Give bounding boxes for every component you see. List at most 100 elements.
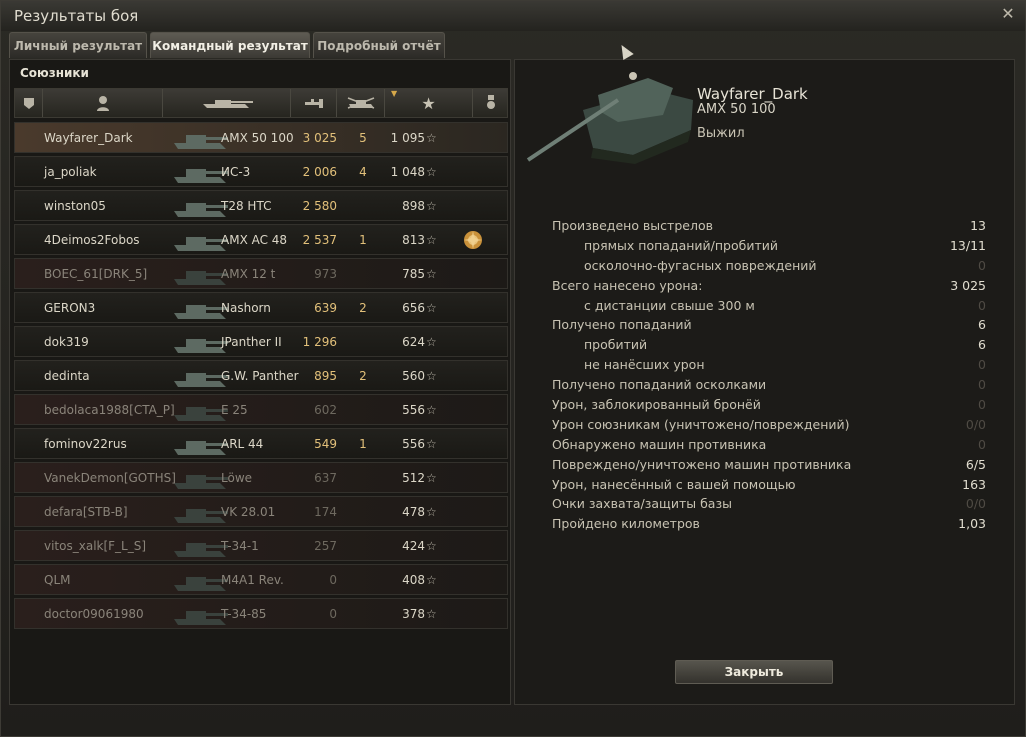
- tab-team[interactable]: Командный результат: [150, 32, 310, 58]
- stat-value: 163: [962, 476, 986, 492]
- player-name: bedolaca1988[CTA_P]: [44, 403, 175, 417]
- table-row[interactable]: dok319 JPanther II 1 296 624 ☆: [14, 326, 508, 357]
- stat-label: прямых попаданий/пробитий: [584, 237, 779, 253]
- table-row[interactable]: bedolaca1988[CTA_P] E 25 602 556 ☆: [14, 394, 508, 425]
- medal-icon[interactable]: [473, 89, 509, 117]
- stat-value: 0: [978, 377, 986, 393]
- table-row[interactable]: BOEC_61[DRK_5] AMX 12 t 973 785 ☆: [14, 258, 508, 289]
- star-icon: ☆: [426, 131, 437, 145]
- player-detail-panel: Wayfarer_Dark AMX 50 100 Выжил Произведе…: [514, 41, 1015, 705]
- stat-label: Всего нанесено урона:: [552, 277, 703, 293]
- stat-value: 13/11: [949, 237, 986, 253]
- table-row[interactable]: dedinta G.W. Panther 895 2 560 ☆: [14, 360, 508, 391]
- stat-row: Произведено выстрелов 13: [552, 217, 986, 237]
- damage-value: 3 025: [302, 131, 337, 145]
- damage-icon[interactable]: [291, 89, 337, 117]
- stat-value: 0/0: [965, 416, 986, 432]
- star-icon: ☆: [426, 335, 437, 349]
- kills-value: 4: [359, 165, 367, 179]
- star-icon: ☆: [426, 267, 437, 281]
- team-title: Союзники: [20, 66, 89, 80]
- kills-value: 2: [359, 301, 367, 315]
- player-name: vitos_xalk[F_L_S]: [44, 539, 147, 553]
- stat-value: 13: [970, 218, 986, 233]
- xp-value: 624: [402, 335, 425, 349]
- tab-detailed[interactable]: Подробный отчёт: [313, 32, 445, 58]
- stat-row: Урон, заблокированный бронёй 0: [552, 396, 986, 416]
- tank-name: M4A1 Rev.: [221, 573, 284, 587]
- table-row[interactable]: doctor09061980 T-34-85 0 378 ☆: [14, 598, 508, 629]
- damage-value: 0: [329, 573, 337, 587]
- stat-label: Урон союзникам (уничтожено/повреждений): [552, 416, 850, 432]
- table-row[interactable]: 4Deimos2Fobos AMX AC 48 2 537 1 813 ☆: [14, 224, 508, 255]
- stat-label: Получено попаданий: [552, 317, 692, 333]
- table-row[interactable]: defara[STB-B] VK 28.01 174 478 ☆: [14, 496, 508, 527]
- damage-value: 973: [314, 267, 337, 281]
- star-icon: ☆: [426, 403, 437, 417]
- xp-sort-star-icon[interactable]: ★ ▼: [385, 89, 473, 117]
- medal-badge-icon[interactable]: [461, 229, 485, 251]
- xp-value: 512: [402, 471, 425, 485]
- rank-icon[interactable]: [15, 89, 43, 117]
- kills-value: 1: [359, 233, 367, 247]
- tab-personal[interactable]: Личный результат: [9, 32, 147, 58]
- player-name: ja_poliak: [44, 165, 97, 179]
- stat-label: осколочно-фугасных повреждений: [584, 257, 817, 273]
- tank-name: VK 28.01: [221, 505, 276, 519]
- close-icon[interactable]: ✕: [999, 5, 1017, 23]
- tank-icon[interactable]: [163, 89, 291, 117]
- stat-row: прямых попаданий/пробитий 13/11: [552, 237, 986, 257]
- stat-row: Урон, нанесённый с вашей помощью 163: [552, 476, 986, 496]
- table-row[interactable]: fominov22rus ARL 44 549 1 556 ☆: [14, 428, 508, 459]
- kills-value: 1: [359, 437, 367, 451]
- stat-value: 0: [978, 436, 986, 452]
- stat-value: 0: [978, 297, 986, 313]
- stat-row: с дистанции свыше 300 м 0: [552, 297, 986, 317]
- stats-list: Произведено выстрелов 13 прямых попаданий/…: [552, 217, 986, 535]
- damage-value: 639: [314, 301, 337, 315]
- player-name: winston05: [44, 199, 106, 213]
- stat-value: 6/5: [965, 456, 986, 472]
- close-button[interactable]: Закрыть: [675, 660, 833, 684]
- stat-row: Получено попаданий осколками 0: [552, 376, 986, 396]
- player-name: dok319: [44, 335, 89, 349]
- stat-value: 3 025: [950, 277, 986, 293]
- stat-value: 1,03: [958, 516, 986, 532]
- stat-row: Обнаружено машин противника 0: [552, 436, 986, 456]
- table-row[interactable]: QLM M4A1 Rev. 0 408 ☆: [14, 564, 508, 595]
- stat-row: пробитий 6: [552, 336, 986, 356]
- detail-player-name: Wayfarer_Dark: [697, 85, 808, 103]
- player-icon[interactable]: [43, 89, 163, 117]
- player-name: Wayfarer_Dark: [44, 131, 133, 145]
- kills-icon[interactable]: [337, 89, 385, 117]
- table-row[interactable]: GERON3 Nashorn 639 2 656 ☆: [14, 292, 508, 323]
- damage-value: 602: [314, 403, 337, 417]
- tank-name: AMX 12 t: [221, 267, 276, 281]
- tank-name: Löwe: [221, 471, 253, 485]
- xp-value: 556: [402, 403, 425, 417]
- table-header: ★ ▼: [14, 88, 508, 118]
- table-row[interactable]: ja_poliak ИС-3 2 006 4 1 048 ☆: [14, 156, 508, 187]
- sort-arrow-icon: ▼: [391, 89, 398, 98]
- table-row[interactable]: VanekDemon[GOTHS] Löwe 637 512 ☆: [14, 462, 508, 493]
- window-title: Результаты боя: [14, 7, 139, 25]
- damage-value: 2 006: [302, 165, 337, 179]
- stat-row: осколочно-фугасных повреждений 0: [552, 257, 986, 277]
- xp-value: 1 095: [390, 131, 425, 145]
- table-row[interactable]: winston05 T28 HTC 2 580 898 ☆: [14, 190, 508, 221]
- damage-value: 895: [314, 369, 337, 383]
- stat-value: 0: [978, 397, 986, 413]
- stat-label: Повреждено/уничтожено машин противника: [552, 456, 852, 472]
- star-icon: ☆: [426, 233, 437, 247]
- xp-value: 408: [402, 573, 425, 587]
- tank-name: ИС-3: [221, 165, 251, 179]
- star-icon: ☆: [426, 573, 437, 587]
- table-row[interactable]: vitos_xalk[F_L_S] T-34-1 257 424 ☆: [14, 530, 508, 561]
- player-name: QLM: [44, 573, 71, 587]
- table-row[interactable]: Wayfarer_Dark AMX 50 100 3 025 5 1 095 ☆: [14, 122, 508, 153]
- stat-row: Получено попаданий 6: [552, 316, 986, 336]
- player-name: dedinta: [44, 369, 90, 383]
- title-bar: Результаты боя ✕: [1, 1, 1025, 31]
- xp-value: 656: [402, 301, 425, 315]
- stat-label: Очки захвата/защиты базы: [552, 496, 732, 512]
